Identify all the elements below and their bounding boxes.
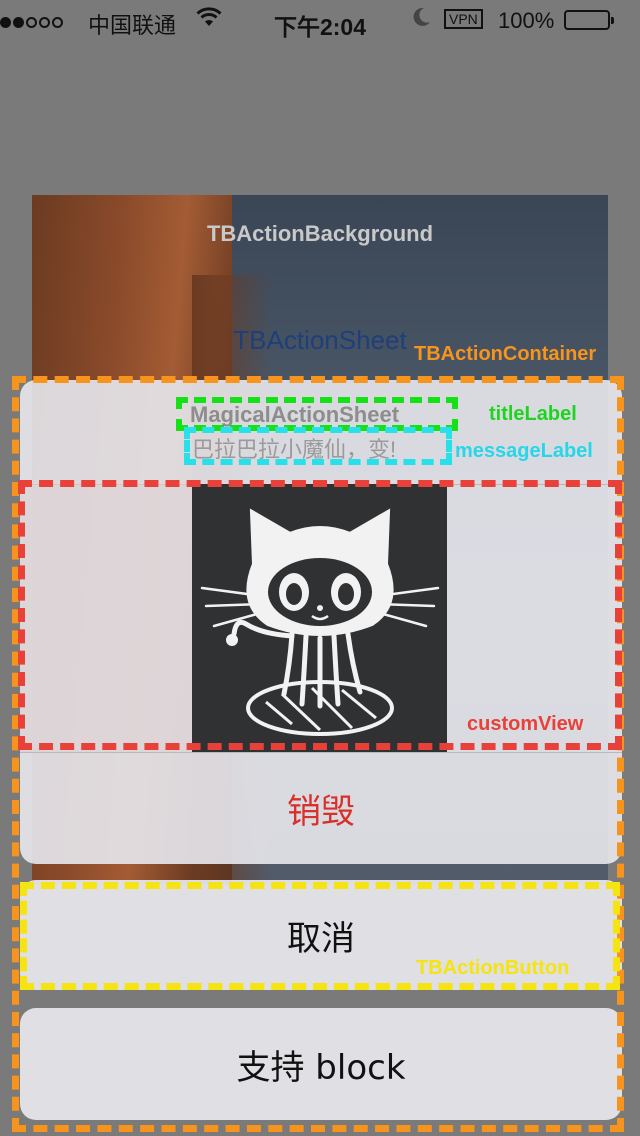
- background-label: TBActionBackground: [206, 221, 434, 246]
- vpn-badge: VPN: [444, 9, 483, 29]
- title-label-annotation: titleLabel: [489, 403, 577, 425]
- destroy-button[interactable]: 销毁: [20, 752, 622, 864]
- octocat-image: [192, 484, 447, 752]
- block-support-button[interactable]: 支持 block: [20, 1008, 622, 1120]
- battery-icon: [564, 10, 614, 30]
- container-annotation: TBActionContainer: [414, 343, 597, 365]
- custom-view: [20, 484, 622, 752]
- battery-percentage: 100%: [498, 8, 555, 33]
- custom-view-left-panel: [20, 484, 192, 752]
- moon-icon: [412, 6, 432, 34]
- sheet-header: MagicalActionSheet 巴拉巴拉小魔仙，变!: [20, 380, 622, 484]
- sheet-title: MagicalActionSheet: [190, 402, 400, 427]
- sheet-message: 巴拉巴拉小魔仙，变!: [192, 437, 397, 462]
- status-bar: 中国联通 下午2:04 VPN 100%: [0, 0, 640, 40]
- custom-view-annotation: customView: [467, 713, 584, 735]
- action-button-annotation: TBActionButton: [416, 957, 570, 979]
- message-label-annotation: messageLabel: [455, 440, 593, 462]
